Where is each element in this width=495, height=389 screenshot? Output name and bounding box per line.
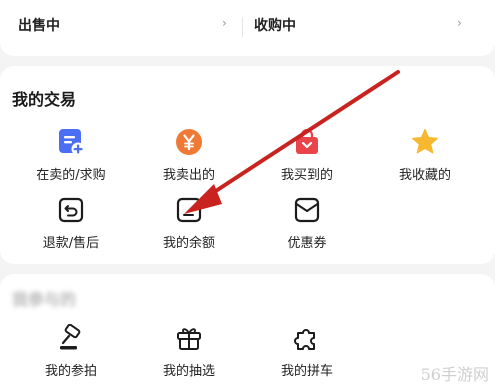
- star-icon: [412, 128, 438, 154]
- shopping-bag-icon: [296, 128, 318, 154]
- grid-item-coupons[interactable]: 优惠券: [257, 196, 357, 251]
- refund-icon: [58, 197, 84, 223]
- my-trades-card: 我的交易 在卖的/求购 我卖出的 我买到的 我收藏的 退款/售后 我的余额 优惠…: [0, 66, 495, 264]
- selling-tab[interactable]: 出售中: [18, 15, 60, 35]
- buying-tab[interactable]: 收购中: [254, 15, 296, 35]
- grid-item-label: 在卖的/求购: [36, 168, 106, 183]
- auction-hammer-icon: [60, 324, 81, 350]
- grid-item-label: 我的余额: [162, 236, 215, 251]
- section-title-my-participation: 我参与的: [12, 290, 77, 309]
- listing-add-icon: [59, 129, 85, 156]
- watermark-text: 56手游网: [420, 365, 489, 384]
- selling-label: 出售中: [18, 18, 60, 34]
- grid-item-favorites[interactable]: 我收藏的: [375, 128, 475, 183]
- yen-coin-icon: [176, 129, 202, 155]
- puzzle-icon: [294, 329, 315, 350]
- grid-item-label: 我买到的: [280, 168, 333, 183]
- grid-item-refund[interactable]: 退款/售后: [21, 196, 121, 251]
- gift-box-icon: [177, 328, 201, 350]
- grid-item-label: 我的拼车: [280, 364, 333, 379]
- buying-label: 收购中: [254, 18, 296, 34]
- grid-item-label: 我的参拍: [44, 364, 97, 379]
- grid-item-carpool[interactable]: 我的拼车: [257, 324, 357, 379]
- grid-item-label: 我收藏的: [398, 168, 451, 183]
- grid-item-label: 我的抽选: [162, 364, 215, 379]
- section-title-my-trades: 我的交易: [12, 90, 77, 109]
- grid-item-label: 退款/售后: [42, 236, 100, 251]
- wallet-icon: [176, 197, 202, 223]
- divider: [242, 17, 243, 37]
- grid-item-label: 优惠券: [287, 236, 327, 251]
- grid-item-draws[interactable]: 我的抽选: [139, 324, 239, 379]
- coupon-icon: [294, 197, 320, 223]
- grid-item-balance[interactable]: 我的余额: [139, 196, 239, 251]
- grid-item-label: 我卖出的: [162, 168, 215, 183]
- grid-item-auctions[interactable]: 我的参拍: [21, 324, 121, 379]
- chevron-right-icon: ›: [457, 16, 462, 30]
- chevron-right-icon: ›: [222, 16, 227, 30]
- order-status-card: 出售中 › 收购中 ›: [0, 0, 495, 56]
- grid-item-sold[interactable]: 我卖出的: [139, 128, 239, 183]
- grid-item-listings[interactable]: 在卖的/求购: [21, 128, 121, 183]
- grid-item-bought[interactable]: 我买到的: [257, 128, 357, 183]
